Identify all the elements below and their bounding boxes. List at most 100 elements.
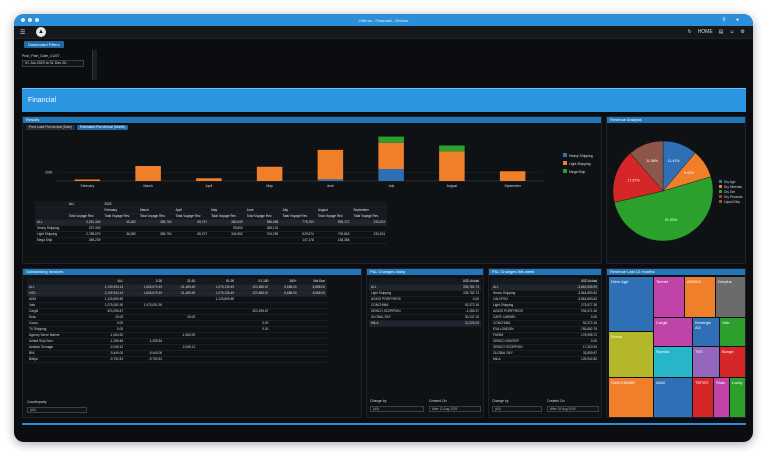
treemap-tile[interactable]: Lucky: [730, 378, 745, 417]
page-title: Financial: [28, 97, 57, 104]
x-tick-label: June: [327, 184, 334, 188]
bar-light-shipping[interactable]: [196, 178, 222, 181]
bar-mega-ship[interactable]: [378, 136, 404, 143]
outstanding-row-label[interactable]: Bidiya: [27, 356, 87, 363]
tab-strip: Dashboard Filters: [14, 40, 753, 48]
settings-gear-icon[interactable]: ⚙: [741, 29, 745, 35]
pl-week-changeby-select[interactable]: (All): [492, 406, 542, 412]
outstanding-cell: [236, 356, 271, 363]
treemap-tile[interactable]: Cargill: [654, 318, 692, 346]
pivot-cell: [173, 237, 210, 244]
hamburger-menu-icon[interactable]: ☰: [20, 29, 25, 36]
pl-today-created-select[interactable]: After 11 Aug 2025: [429, 406, 481, 412]
bar-heavy-shipping[interactable]: [317, 179, 344, 181]
treemap-tile[interactable]: Kenergis AG: [693, 318, 719, 346]
search-icon[interactable]: ⚲: [722, 17, 726, 23]
legend-swatch-mega: [563, 169, 567, 173]
bar-light-shipping[interactable]: [378, 142, 404, 170]
page-banner: Financial: [22, 88, 746, 112]
treemap-tile[interactable]: Rumba: [654, 347, 692, 377]
x-tick-label: April: [205, 184, 212, 188]
bar-heavy-shipping[interactable]: [378, 169, 404, 181]
legend-heavy: Heavy Shipping: [569, 154, 593, 158]
pl-today-panel: P&L Changes today USD Actual ALL 335,782.…: [366, 268, 484, 418]
refresh-icon[interactable]: ↻: [687, 29, 691, 35]
bar-light-shipping[interactable]: [317, 149, 344, 180]
legend-light: Light Shipping: [569, 162, 591, 166]
bar-light-shipping[interactable]: [439, 151, 465, 181]
pl-week-header: P&L Changes this week: [489, 269, 601, 275]
pl-row[interactable]: MILA 125,942.82: [491, 356, 599, 363]
pie-legend-label: Dry Ore: [724, 190, 735, 194]
counterparty-label: Counterparty: [27, 400, 47, 404]
outstanding-cell: [164, 356, 198, 363]
pie-value-label: 17.57%: [627, 178, 640, 182]
subtab-estimated-arrival[interactable]: Estimated Port Arrival (Month): [77, 125, 129, 130]
treemap-tile[interactable]: Exxon: [609, 332, 653, 377]
bar-mega-ship[interactable]: [439, 145, 465, 152]
pie-legend-label: Dry Products: [724, 195, 743, 199]
treemap-tile[interactable]: ADM: [654, 378, 692, 417]
treemap-tile[interactable]: Shan: [714, 378, 729, 417]
pie-legend-swatch: [719, 200, 722, 203]
bar-light-shipping[interactable]: [135, 165, 161, 181]
user-icon[interactable]: ●: [736, 17, 739, 23]
home-button[interactable]: HOME: [698, 29, 713, 35]
app-window: Orthrus - Financial - Orthrus ⚲ ● ☰ ▲ ↻ …: [14, 14, 753, 442]
pivot-cell: [351, 237, 387, 244]
pl-today-created-label: Created On: [429, 399, 447, 403]
treemap-tile[interactable]: TEPZO: [693, 378, 713, 417]
pie-legend-swatch: [719, 195, 722, 198]
x-tick-label: July: [388, 184, 394, 188]
treemap-tile[interactable]: Dreyfus: [716, 277, 745, 317]
pivot-cell: [209, 237, 245, 244]
pivot-cell: [137, 237, 174, 244]
treemap-tile[interactable]: TKS: [693, 347, 719, 377]
pie-legend-swatch: [719, 180, 722, 183]
bar-light-shipping[interactable]: [499, 171, 526, 181]
subtab-post-load[interactable]: Post Load Port Arrival (Date): [26, 125, 76, 130]
outstanding-header: Outstanding Invoices: [23, 269, 361, 275]
legend-mega: Mega Ship: [569, 170, 586, 174]
treemap-tile[interactable]: Valc: [720, 318, 745, 346]
revenue-treemap: Diem Agri Tennet ADMDC Dreyfus Cargill Kenerg…: [609, 277, 745, 417]
panels-icon[interactable]: ▤: [719, 29, 724, 35]
results-header: Results: [23, 117, 601, 123]
tab-dashboard-filters[interactable]: Dashboard Filters: [24, 41, 64, 48]
pl-row-label[interactable]: MILA: [369, 320, 439, 327]
pie-legend-label: Dry Minerals: [724, 185, 742, 189]
pivot-cell: 265,239: [66, 237, 103, 244]
treemap-tile[interactable]: Diem Agri: [609, 277, 653, 331]
pl-row[interactable]: MILA 21,226.33: [369, 320, 481, 327]
date-filter: Post_Pain_Date_CUST 01 Jun 2023 to 31 De…: [22, 50, 92, 80]
filter-collapse-handle[interactable]: [92, 50, 97, 80]
pivot-row[interactable]: Mega Ship 265,239 147,178 138,368: [35, 237, 387, 244]
pivot-cell: [102, 237, 138, 244]
revenue-analysis-panel: Revenue Analysis 11.43% 9.43% 51.93% 17.57%…: [606, 116, 746, 264]
treemap-tile[interactable]: ADMDC: [685, 277, 715, 317]
pie-legend-swatch: [719, 190, 722, 193]
date-filter-select[interactable]: 01 Jun 2023 to 31 Dec 20..: [22, 60, 84, 67]
treemap-tile[interactable]: SANCHIMAR: [609, 378, 653, 417]
pl-today-table: USD Actual ALL 335,782.73 Light Shipping 33…: [369, 278, 481, 327]
outstanding-row[interactable]: Bidiya -9,752.81 -9,752.81: [27, 356, 327, 363]
revenue-12m-header: Revenue Last 12 months: [607, 269, 745, 275]
pivot-row-label[interactable]: Mega Ship: [35, 237, 67, 244]
app-logo[interactable]: ▲: [36, 27, 46, 37]
y-tick-label: 200k: [45, 171, 53, 175]
treemap-tile[interactable]: Bunge: [720, 347, 745, 377]
outstanding-cell: -9,752.81: [125, 356, 165, 363]
pl-week-created-select[interactable]: After 18 Aug 2025: [547, 406, 599, 412]
results-panel: Results Post Load Port Arrival (Date) Es…: [22, 116, 602, 264]
pie-value-label: 11.43%: [668, 159, 681, 163]
legend-swatch-light: [563, 161, 567, 165]
outstanding-cell: -9,752.81: [86, 356, 126, 363]
bar-light-shipping[interactable]: [74, 179, 101, 181]
profile-icon[interactable]: ☺: [729, 29, 734, 35]
bar-light-shipping[interactable]: [256, 166, 283, 181]
counterparty-select[interactable]: (All): [27, 407, 87, 413]
pl-today-changeby-select[interactable]: (All): [370, 406, 424, 412]
pie-value-label: 11.58%: [646, 159, 659, 163]
pl-row-label[interactable]: MILA: [491, 356, 555, 363]
treemap-tile[interactable]: Tennet: [654, 277, 684, 317]
